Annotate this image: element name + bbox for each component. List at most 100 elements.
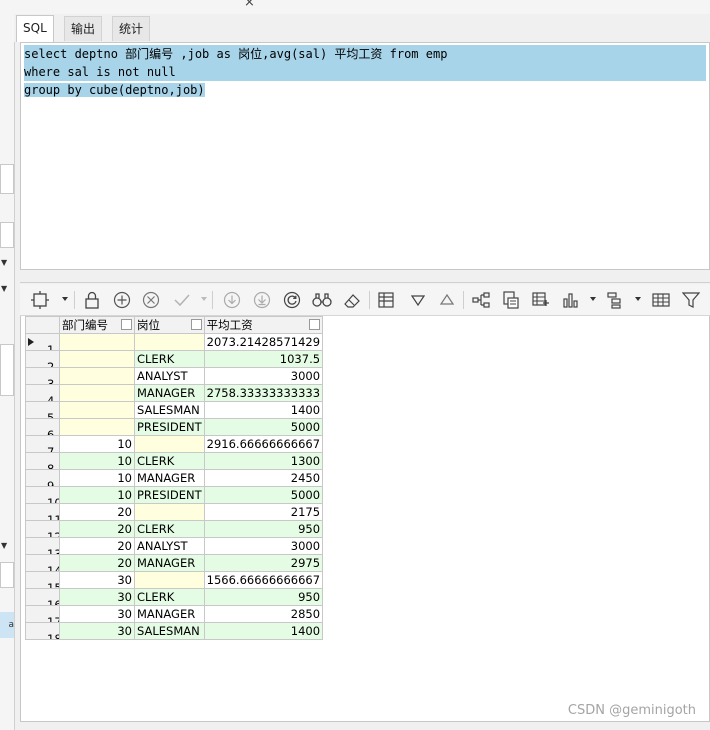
- row-number-cell[interactable]: 10: [25, 486, 60, 504]
- table-row[interactable]: 3 ANALYST 3000: [25, 367, 324, 385]
- row-number-cell[interactable]: 14: [25, 554, 60, 572]
- cell-job[interactable]: [134, 571, 205, 589]
- cell-job[interactable]: PRESIDENT: [134, 486, 205, 504]
- sort-asc-icon[interactable]: [437, 290, 457, 310]
- chevron-down-icon[interactable]: [590, 297, 596, 301]
- cell-avg-sal[interactable]: 950: [203, 520, 324, 538]
- table-row[interactable]: 7 10 2916.66666666667: [25, 435, 324, 453]
- table-row[interactable]: 1320ANALYST3000: [25, 537, 324, 555]
- delete-row-icon[interactable]: [141, 290, 161, 310]
- cell-deptno[interactable]: 30: [59, 588, 135, 606]
- cell-job[interactable]: ANALYST: [134, 367, 205, 385]
- column-filter-checkbox[interactable]: [190, 319, 202, 330]
- cell-deptno[interactable]: 30: [59, 571, 135, 589]
- table-row[interactable]: 6 PRESIDENT 5000: [25, 418, 324, 436]
- row-number-cell[interactable]: 12: [25, 520, 60, 538]
- pane-splitter[interactable]: [20, 270, 710, 283]
- cell-avg-sal[interactable]: 2175: [203, 503, 324, 521]
- cell-job[interactable]: CLERK: [134, 350, 205, 368]
- row-number-cell[interactable]: 8: [25, 452, 60, 470]
- grid-view-icon[interactable]: [376, 290, 396, 310]
- export-icon[interactable]: [501, 290, 521, 310]
- chevron-down-icon[interactable]: [201, 297, 207, 301]
- tab-output[interactable]: 输出: [64, 16, 103, 41]
- column-header-deptno[interactable]: 部门编号: [59, 316, 135, 334]
- add-row-icon[interactable]: [112, 290, 132, 310]
- row-number-cell[interactable]: 17: [25, 605, 60, 623]
- table-row[interactable]: 1830SALESMAN1400: [25, 622, 324, 640]
- cell-avg-sal[interactable]: 2758.33333333333: [203, 384, 324, 402]
- cell-deptno[interactable]: 30: [59, 605, 135, 623]
- cell-avg-sal[interactable]: 950: [203, 588, 324, 606]
- cell-job[interactable]: MANAGER: [134, 554, 205, 572]
- row-number-cell[interactable]: 3: [25, 367, 60, 385]
- cell-job[interactable]: MANAGER: [134, 605, 205, 623]
- cell-job[interactable]: PRESIDENT: [134, 418, 205, 436]
- group-icon[interactable]: [606, 290, 626, 310]
- cell-deptno[interactable]: [59, 333, 135, 351]
- table-row[interactable]: 1630CLERK950: [25, 588, 324, 606]
- column-filter-checkbox[interactable]: [121, 319, 132, 330]
- move-down-icon[interactable]: [222, 290, 242, 310]
- move-bottom-icon[interactable]: [252, 290, 272, 310]
- row-number-cell[interactable]: 15: [25, 571, 60, 589]
- left-panel-selected-item[interactable]: a: [0, 612, 14, 638]
- cell-job[interactable]: [134, 503, 205, 521]
- table-row[interactable]: 5 SALESMAN 1400: [25, 401, 324, 419]
- cell-job[interactable]: [134, 333, 205, 351]
- cell-job[interactable]: MANAGER: [134, 384, 205, 402]
- cell-deptno[interactable]: 20: [59, 537, 135, 555]
- cell-deptno[interactable]: [59, 350, 135, 368]
- cell-deptno[interactable]: 20: [59, 503, 135, 521]
- eraser-icon[interactable]: [342, 290, 362, 310]
- cell-avg-sal[interactable]: 2975: [203, 554, 324, 572]
- cell-avg-sal[interactable]: 1300: [203, 452, 324, 470]
- cell-avg-sal[interactable]: 2073.21428571429: [203, 333, 324, 351]
- table-icon[interactable]: [651, 290, 671, 310]
- cell-deptno[interactable]: [59, 384, 135, 402]
- row-number-cell[interactable]: 1: [25, 333, 60, 351]
- cell-job[interactable]: [134, 435, 205, 453]
- cell-avg-sal[interactable]: 1400: [203, 401, 324, 419]
- sort-desc-icon[interactable]: [408, 290, 428, 310]
- row-number-cell[interactable]: 2: [25, 350, 60, 368]
- chevron-down-icon[interactable]: [62, 297, 68, 301]
- chevron-down-icon[interactable]: ▼: [1, 284, 7, 294]
- table-row[interactable]: 1530 1566.66666666667: [25, 571, 324, 589]
- cell-deptno[interactable]: 10: [59, 452, 135, 470]
- column-filter-checkbox[interactable]: [309, 319, 321, 330]
- row-number-cell[interactable]: 13: [25, 537, 60, 555]
- table-row[interactable]: 1120 2175: [25, 503, 324, 521]
- row-number-cell[interactable]: 4: [25, 384, 60, 402]
- cell-deptno[interactable]: 20: [59, 520, 135, 538]
- cell-deptno[interactable]: [59, 418, 135, 436]
- chevron-down-icon[interactable]: [635, 297, 641, 301]
- table-row[interactable]: 1 2073.21428571429: [25, 333, 324, 351]
- cell-avg-sal[interactable]: 2916.66666666667: [203, 435, 324, 453]
- row-number-cell[interactable]: 6: [25, 418, 60, 436]
- close-icon[interactable]: ×: [244, 0, 255, 10]
- row-number-cell[interactable]: 5: [25, 401, 60, 419]
- check-icon[interactable]: [172, 290, 192, 310]
- cell-deptno[interactable]: [59, 401, 135, 419]
- cell-job[interactable]: ANALYST: [134, 537, 205, 555]
- column-header-avg-sal[interactable]: 平均工资: [203, 316, 324, 334]
- cell-job[interactable]: CLERK: [134, 520, 205, 538]
- cell-deptno[interactable]: 30: [59, 622, 135, 640]
- cell-deptno[interactable]: 10: [59, 469, 135, 487]
- chevron-down-icon[interactable]: ▼: [1, 258, 7, 268]
- row-number-cell[interactable]: 7: [25, 435, 60, 453]
- chart-icon[interactable]: [561, 290, 581, 310]
- cell-deptno[interactable]: 10: [59, 486, 135, 504]
- table-row[interactable]: 9 10 MANAGER 2450: [25, 469, 324, 487]
- cell-job[interactable]: CLERK: [134, 588, 205, 606]
- cell-avg-sal[interactable]: 3000: [203, 367, 324, 385]
- cell-avg-sal[interactable]: 2850: [203, 605, 324, 623]
- chevron-down-icon[interactable]: ▼: [1, 541, 7, 551]
- table-row[interactable]: 1220CLERK950: [25, 520, 324, 538]
- cell-job[interactable]: CLERK: [134, 452, 205, 470]
- cell-deptno[interactable]: [59, 367, 135, 385]
- table-row[interactable]: 1420MANAGER2975: [25, 554, 324, 572]
- sql-editor[interactable]: select deptno 部门编号 ,job as 岗位,avg(sal) 平…: [20, 42, 710, 270]
- tab-sql[interactable]: SQL: [16, 15, 54, 42]
